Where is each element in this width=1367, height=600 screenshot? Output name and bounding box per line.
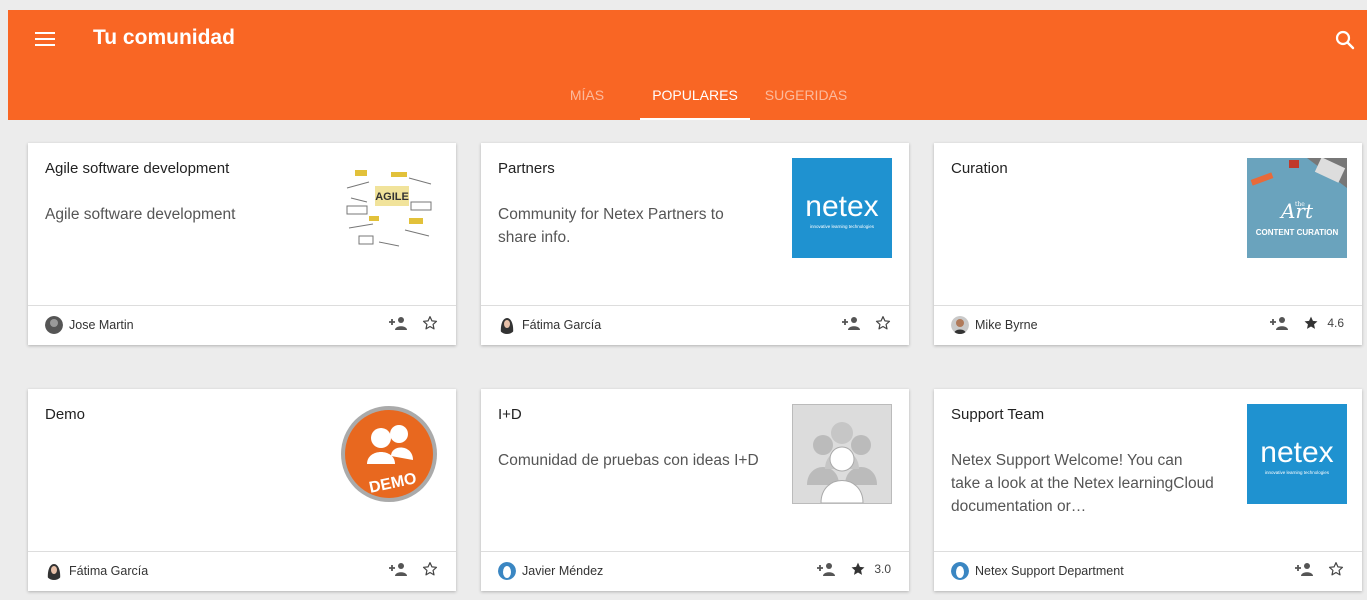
- author[interactable]: Mike Byrne: [951, 316, 1038, 334]
- community-title[interactable]: Agile software development: [45, 160, 229, 177]
- community-description: Netex Support Welcome! You can take a lo…: [951, 452, 1214, 515]
- tab-populares[interactable]: POPULARES: [640, 76, 750, 120]
- app-bar: Tu comunidad MÍAS POPULARES SUGERIDAS: [8, 10, 1367, 120]
- avatar: [951, 316, 969, 334]
- community-thumbnail: DEMO: [339, 404, 439, 504]
- card-footer: Fátima García: [481, 305, 909, 345]
- add-person-icon[interactable]: [816, 561, 836, 577]
- card-footer: Jose Martin: [28, 305, 456, 345]
- page-title: Tu comunidad: [93, 26, 235, 49]
- tab-bar: MÍAS POPULARES SUGERIDAS: [8, 76, 1367, 120]
- author[interactable]: Fátima García: [498, 316, 601, 334]
- community-title[interactable]: Partners: [498, 160, 555, 177]
- avatar: [951, 562, 969, 580]
- netex-tagline: innovative learning technologies: [1265, 470, 1330, 475]
- card-actions: 4.6: [1269, 315, 1344, 331]
- author[interactable]: Netex Support Department: [951, 562, 1124, 580]
- community-title[interactable]: Curation: [951, 160, 1008, 177]
- community-thumbnail: the Art CONTENT CURATION: [1247, 158, 1347, 258]
- add-person-icon[interactable]: [841, 315, 861, 331]
- community-description: Community for Netex Partners to share in…: [498, 206, 724, 246]
- community-title[interactable]: Demo: [45, 406, 85, 423]
- author-name: Mike Byrne: [975, 318, 1038, 332]
- card-actions: 3.0: [816, 561, 891, 577]
- card-footer: Javier Méndez 3.0: [481, 551, 909, 591]
- star-icon[interactable]: [422, 315, 438, 331]
- netex-logo-text: netex: [1260, 436, 1333, 469]
- star-icon[interactable]: [422, 561, 438, 577]
- community-card[interactable]: Demo DEMO Fátima García: [28, 389, 456, 591]
- star-icon[interactable]: [1303, 315, 1319, 331]
- netex-tagline: innovative learning technologies: [810, 224, 875, 229]
- community-title[interactable]: I+D: [498, 406, 522, 423]
- community-title[interactable]: Support Team: [951, 406, 1044, 423]
- community-description: Agile software development: [45, 206, 236, 223]
- card-actions: [388, 561, 438, 577]
- author[interactable]: Fátima García: [45, 562, 148, 580]
- agile-wordcloud-text: AGILE: [375, 191, 409, 203]
- curation-thumb-art: Art: [1279, 199, 1314, 223]
- star-icon[interactable]: [850, 561, 866, 577]
- card-footer: Fátima García: [28, 551, 456, 591]
- star-icon[interactable]: [875, 315, 891, 331]
- author-name: Netex Support Department: [975, 564, 1124, 578]
- community-card[interactable]: I+D Comunidad de pruebas con ideas I+D J…: [481, 389, 909, 591]
- avatar: [498, 316, 516, 334]
- community-description: Comunidad de pruebas con ideas I+D: [498, 452, 759, 469]
- card-footer: Netex Support Department: [934, 551, 1362, 591]
- avatar: [498, 562, 516, 580]
- tab-mias[interactable]: MÍAS: [562, 76, 612, 120]
- avatar: [45, 316, 63, 334]
- community-card[interactable]: Support Team Netex Support Welcome! You …: [934, 389, 1362, 591]
- card-actions: [388, 315, 438, 331]
- curation-thumb-caption: CONTENT CURATION: [1256, 228, 1339, 237]
- menu-icon[interactable]: [35, 32, 55, 48]
- community-card[interactable]: Curation the Art CONTENT CURATION Mike B…: [934, 143, 1362, 345]
- add-person-icon[interactable]: [388, 561, 408, 577]
- tab-sugeridas[interactable]: SUGERIDAS: [760, 76, 852, 120]
- author-name: Javier Méndez: [522, 564, 604, 578]
- author[interactable]: Jose Martin: [45, 316, 134, 334]
- author-name: Fátima García: [69, 564, 149, 578]
- netex-logo-text: netex: [805, 190, 878, 223]
- card-actions: [1294, 561, 1344, 577]
- rating-value: 4.6: [1327, 316, 1344, 330]
- community-card[interactable]: Agile software development Agile softwar…: [28, 143, 456, 345]
- author-name: Jose Martin: [69, 318, 134, 332]
- community-thumbnail: netex innovative learning technologies: [1247, 404, 1347, 504]
- community-card[interactable]: Partners Community for Netex Partners to…: [481, 143, 909, 345]
- community-thumbnail: [792, 404, 892, 504]
- add-person-icon[interactable]: [1269, 315, 1289, 331]
- community-thumbnail: AGILE: [339, 158, 439, 258]
- card-footer: Mike Byrne 4.6: [934, 305, 1362, 345]
- add-person-icon[interactable]: [388, 315, 408, 331]
- avatar: [45, 562, 63, 580]
- author[interactable]: Javier Méndez: [498, 562, 603, 580]
- author-name: Fátima García: [522, 318, 602, 332]
- card-actions: [841, 315, 891, 331]
- community-thumbnail: netex innovative learning technologies: [792, 158, 892, 258]
- add-person-icon[interactable]: [1294, 561, 1314, 577]
- rating-value: 3.0: [874, 562, 891, 576]
- search-icon[interactable]: [1333, 28, 1357, 52]
- star-icon[interactable]: [1328, 561, 1344, 577]
